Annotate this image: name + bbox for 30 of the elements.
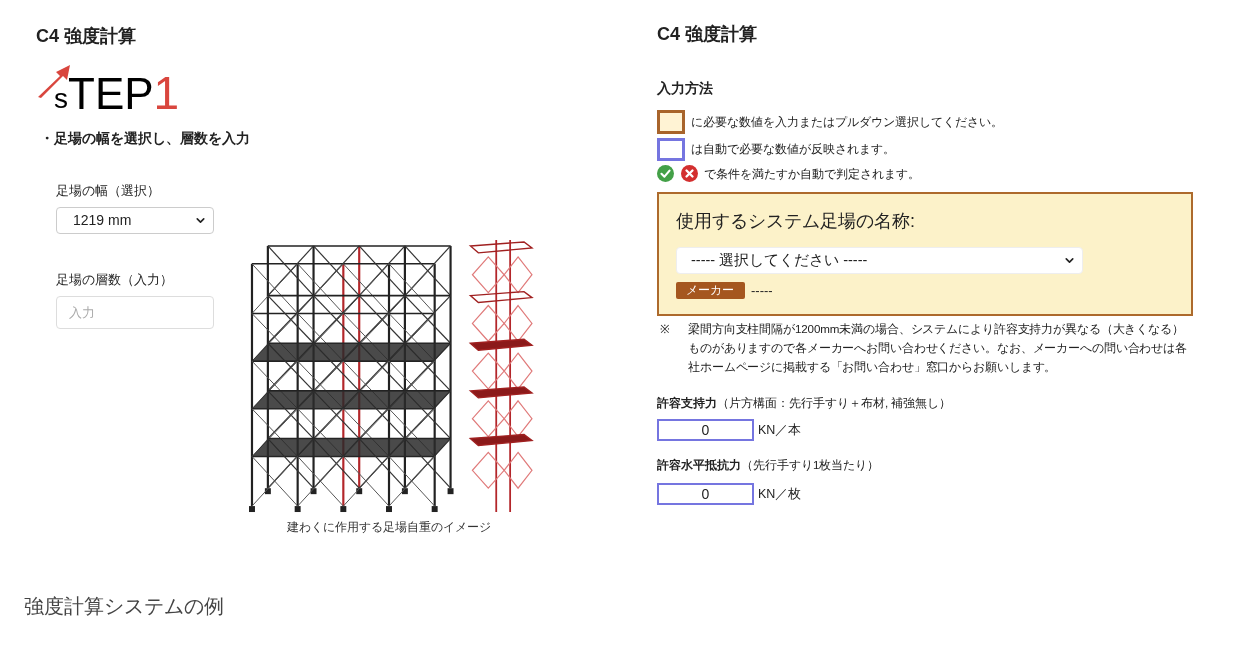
step-logo: sTEP1: [38, 64, 184, 114]
input-color-swatch: [657, 110, 685, 134]
result-value-field[interactable]: 0: [657, 483, 754, 505]
maker-value: -----: [751, 282, 773, 299]
auto-color-swatch: [657, 137, 685, 161]
legend-text: に必要な数値を入力またはプルダウン選択してください。: [691, 114, 1003, 130]
figure-caption: 建わくに作用する足場自重のイメージ: [287, 520, 491, 534]
cross-icon: [681, 165, 698, 182]
section-title: C4 強度計算: [36, 25, 136, 48]
levels-input[interactable]: 入力: [56, 296, 214, 329]
section-title: C4 強度計算: [657, 23, 757, 46]
system-select[interactable]: ----- 選択してください -----: [676, 247, 1083, 274]
width-select[interactable]: 1219 mm: [56, 207, 214, 234]
result-value-field[interactable]: 0: [657, 419, 754, 441]
result-label: 許容支持力（片方構面：先行手すり＋布材, 補強無し）: [657, 395, 952, 411]
result-label: 許容水平抵抗力（先行手すり1枚当たり）: [657, 457, 880, 473]
note-text: 梁間方向支柱間隔が1200mm未満の場合、システムにより許容支持力が異なる（大きくなる）ものがありますので各メーカーへお問い合わせください。なお、メーカーへの問い合わせは各社ホームページに掲載する「お問い合わせ」窓口からお願いします。: [688, 321, 1188, 375]
card-title: 使用するシステム足場の名称:: [676, 210, 915, 233]
legend-text: は自動で必要な数値が反映されます。: [691, 141, 895, 157]
instruction-text: ・足場の幅を選択し、層数を入力: [40, 129, 250, 148]
field-label: 足場の層数（入力）: [56, 271, 173, 289]
maker-label: メーカー: [676, 282, 745, 299]
subheading: 入力方法: [657, 79, 713, 98]
page-caption: 強度計算システムの例: [24, 594, 224, 619]
check-icon: [657, 165, 674, 182]
legend-text: で条件を満たすか自動で判定されます。: [704, 165, 920, 182]
unit-text: KN／枚: [758, 486, 802, 503]
note-mark: ※: [659, 321, 671, 337]
unit-text: KN／本: [758, 422, 802, 439]
field-label: 足場の幅（選択）: [56, 182, 160, 200]
